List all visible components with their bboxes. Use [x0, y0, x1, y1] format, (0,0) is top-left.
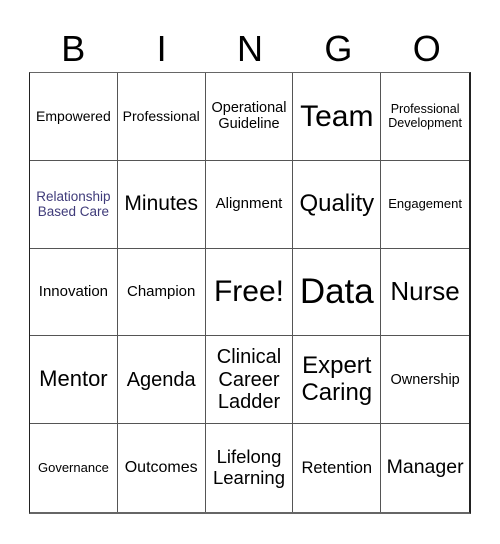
bingo-cell-label: Engagement [388, 195, 462, 211]
bingo-cell-label: Mentor [39, 366, 108, 392]
bingo-cell[interactable]: Professional [117, 73, 206, 161]
header-letter-n: N [236, 28, 263, 69]
bingo-cell[interactable]: Data [293, 248, 382, 337]
bingo-cell-label: Free! [213, 275, 284, 309]
bingo-cell-label: Clinical Career Ladder [216, 346, 282, 413]
bingo-cell[interactable]: Engagement [381, 161, 469, 249]
bingo-cell-free-space[interactable]: Free! [205, 248, 294, 337]
bingo-cell[interactable]: Clinical Career Ladder [205, 336, 294, 425]
bingo-cell-label: Minutes [124, 192, 198, 216]
bingo-cell-label: Quality [299, 189, 375, 217]
bingo-cell[interactable]: Quality [293, 160, 382, 249]
header-letter-b: B [61, 28, 86, 69]
bingo-cell-label: Professional Development [388, 102, 462, 131]
bingo-cell[interactable]: Ownership [381, 336, 469, 425]
bingo-cell[interactable]: Manager [381, 424, 469, 512]
bingo-cell[interactable]: Innovation [30, 248, 118, 337]
bingo-cell[interactable]: Alignment [205, 160, 294, 249]
bingo-cell[interactable]: Expert Caring [293, 336, 382, 425]
bingo-cell-label: Retention [301, 458, 373, 477]
bingo-cell-label: Expert Caring [301, 351, 373, 406]
bingo-cell-label: Outcomes [124, 459, 198, 477]
bingo-cell[interactable]: Agenda [117, 336, 206, 425]
bingo-cell[interactable]: Governance [30, 424, 118, 512]
bingo-cell-label: Innovation [38, 282, 109, 300]
bingo-cell[interactable]: Operational Guideline [205, 73, 294, 161]
bingo-cell-label: Operational Guideline [211, 100, 287, 133]
bingo-cell-label: Lifelong Learning [212, 446, 285, 489]
bingo-cell-label: Ownership [390, 371, 460, 388]
bingo-cell-label: Relationship Based Care [36, 189, 111, 220]
bingo-cell[interactable]: Relationship Based Care [30, 160, 118, 249]
bingo-header: B I N G O [29, 26, 471, 72]
bingo-cell[interactable]: Lifelong Learning [206, 424, 294, 512]
bingo-cell-label: Nurse [390, 276, 460, 307]
bingo-cell[interactable]: Champion [117, 248, 206, 337]
bingo-cell-label: Team [300, 99, 374, 133]
bingo-cell-label: Champion [127, 282, 196, 300]
bingo-cell-label: Agenda [126, 368, 196, 391]
bingo-cell-label: Professional [122, 107, 200, 124]
header-letter-i: I [156, 28, 167, 69]
bingo-cell[interactable]: Minutes [117, 160, 206, 249]
header-letter-o: O [412, 28, 441, 69]
bingo-cell[interactable]: Professional Development [381, 73, 469, 161]
bingo-cell-label: Alignment [215, 194, 283, 212]
bingo-cell[interactable]: Team [293, 73, 382, 161]
bingo-cell-label: Data [299, 272, 374, 312]
bingo-cell[interactable]: Retention [293, 424, 382, 512]
bingo-cell[interactable]: Outcomes [118, 424, 206, 512]
bingo-cell-label: Governance [37, 459, 109, 475]
header-letter-g: G [324, 28, 353, 69]
bingo-cell-label: Manager [386, 456, 464, 479]
bingo-cell[interactable]: Empowered [30, 73, 118, 161]
bingo-cell[interactable]: Nurse [381, 249, 469, 337]
bingo-board: Empowered Professional Operational Guideli… [29, 72, 471, 514]
bingo-cell[interactable]: Mentor [30, 336, 118, 425]
bingo-cell-label: Empowered [36, 107, 111, 124]
